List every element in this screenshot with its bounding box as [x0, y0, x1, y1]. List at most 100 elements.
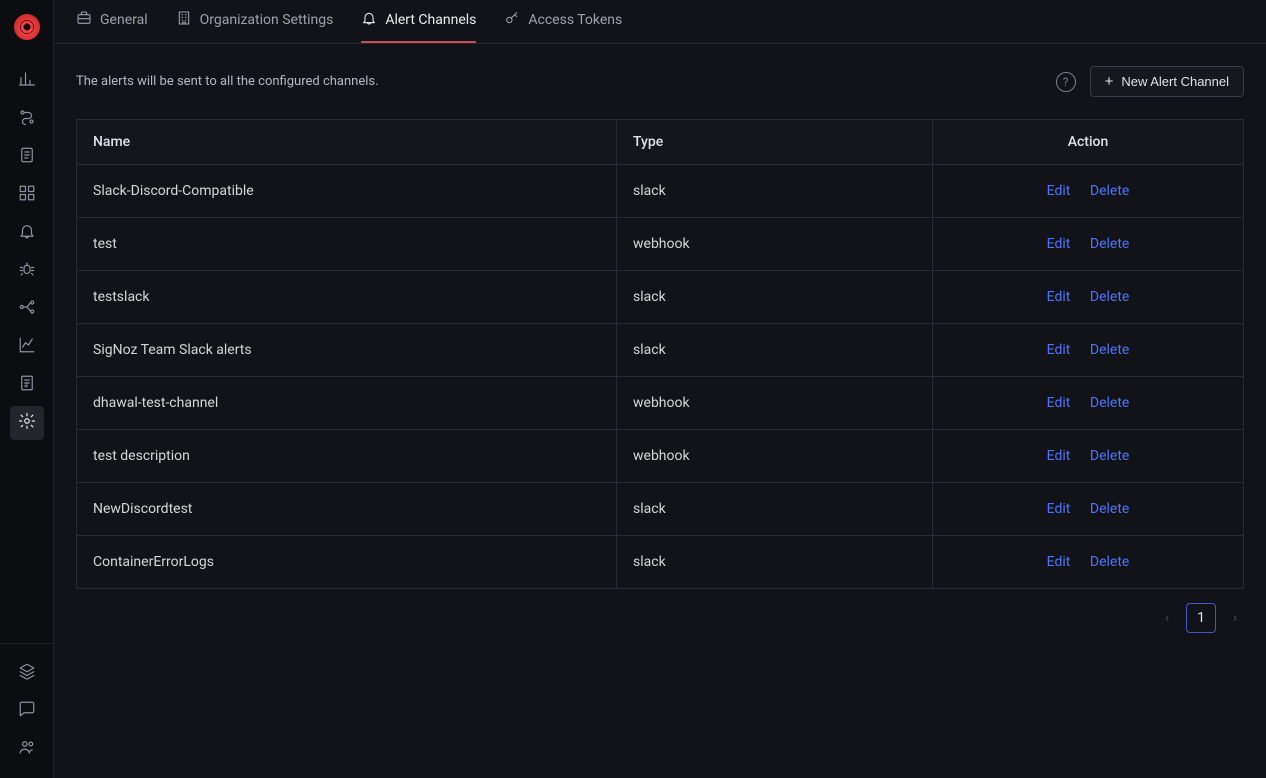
key-icon	[504, 10, 520, 30]
sidebar-item-layers[interactable]	[10, 656, 44, 690]
table-row: Slack-Discord-Compatible slack Edit Dele…	[77, 165, 1244, 218]
receipt-icon: $	[18, 374, 36, 396]
settings-tabs: General Organization Settings Alert Chan…	[54, 0, 1266, 44]
alert-channels-table: Name Type Action Slack-Discord-Compatibl…	[76, 119, 1244, 589]
scroll-icon	[18, 146, 36, 168]
delete-link[interactable]: Delete	[1090, 342, 1129, 358]
tab-organization-settings[interactable]: Organization Settings	[176, 0, 334, 43]
delete-link[interactable]: Delete	[1090, 289, 1129, 305]
pagination-next: ›	[1226, 610, 1244, 626]
edit-link[interactable]: Edit	[1047, 342, 1071, 358]
channel-type-cell: webhook	[617, 218, 933, 271]
sidebar-item-pipeline[interactable]	[10, 292, 44, 326]
channel-action-cell: Edit Delete	[933, 483, 1244, 536]
channel-action-cell: Edit Delete	[933, 324, 1244, 377]
channel-name-cell: SigNoz Team Slack alerts	[77, 324, 617, 377]
edit-link[interactable]: Edit	[1047, 289, 1071, 305]
delete-link[interactable]: Delete	[1090, 395, 1129, 411]
col-header-name: Name	[77, 120, 617, 165]
sidebar-item-area-chart[interactable]	[10, 330, 44, 364]
tab-label: Organization Settings	[200, 12, 334, 28]
channel-action-cell: Edit Delete	[933, 165, 1244, 218]
tab-general[interactable]: General	[76, 0, 148, 43]
building-icon	[176, 10, 192, 30]
bell-icon	[361, 10, 377, 30]
sidebar: $	[0, 0, 54, 778]
table-row: SigNoz Team Slack alerts slack Edit Dele…	[77, 324, 1244, 377]
edit-link[interactable]: Edit	[1047, 448, 1071, 464]
channel-action-cell: Edit Delete	[933, 377, 1244, 430]
pagination-page-1[interactable]: 1	[1186, 603, 1216, 633]
sidebar-item-gear[interactable]	[10, 406, 44, 440]
edit-link[interactable]: Edit	[1047, 501, 1071, 517]
edit-link[interactable]: Edit	[1047, 183, 1071, 199]
channel-type-cell: slack	[617, 271, 933, 324]
plus-icon: +	[1105, 74, 1114, 89]
bar-chart-icon	[18, 70, 36, 92]
channel-name-cell: NewDiscordtest	[77, 483, 617, 536]
help-button[interactable]: ?	[1056, 72, 1076, 92]
channel-name-cell: Slack-Discord-Compatible	[77, 165, 617, 218]
delete-link[interactable]: Delete	[1090, 554, 1129, 570]
sidebar-item-route[interactable]	[10, 102, 44, 136]
channel-type-cell: slack	[617, 165, 933, 218]
edit-link[interactable]: Edit	[1047, 236, 1071, 252]
table-row: dhawal-test-channel webhook Edit Delete	[77, 377, 1244, 430]
channel-name-cell: dhawal-test-channel	[77, 377, 617, 430]
tab-label: Alert Channels	[385, 12, 476, 28]
channel-name-cell: testslack	[77, 271, 617, 324]
delete-link[interactable]: Delete	[1090, 183, 1129, 199]
sidebar-item-bug[interactable]	[10, 254, 44, 288]
bell-icon	[18, 222, 36, 244]
sidebar-item-bar-chart[interactable]	[10, 64, 44, 98]
sidebar-item-bell[interactable]	[10, 216, 44, 250]
channel-type-cell: webhook	[617, 430, 933, 483]
channel-name-cell: test	[77, 218, 617, 271]
table-row: test description webhook Edit Delete	[77, 430, 1244, 483]
route-icon	[18, 108, 36, 130]
bug-icon	[18, 260, 36, 282]
tab-label: General	[100, 12, 148, 28]
table-row: testslack slack Edit Delete	[77, 271, 1244, 324]
channel-action-cell: Edit Delete	[933, 271, 1244, 324]
sidebar-item-users[interactable]	[10, 732, 44, 766]
tab-alert-channels[interactable]: Alert Channels	[361, 0, 476, 43]
sidebar-item-chat[interactable]	[10, 694, 44, 728]
channel-type-cell: slack	[617, 536, 933, 589]
app-logo[interactable]	[14, 14, 40, 40]
tab-label: Access Tokens	[528, 12, 622, 28]
delete-link[interactable]: Delete	[1090, 448, 1129, 464]
chat-icon	[18, 700, 36, 722]
edit-link[interactable]: Edit	[1047, 554, 1071, 570]
table-row: test webhook Edit Delete	[77, 218, 1244, 271]
channel-type-cell: webhook	[617, 377, 933, 430]
delete-link[interactable]: Delete	[1090, 501, 1129, 517]
page-description: The alerts will be sent to all the confi…	[76, 74, 379, 89]
channel-name-cell: test description	[77, 430, 617, 483]
new-alert-channel-button[interactable]: + New Alert Channel	[1090, 66, 1244, 97]
briefcase-icon	[76, 10, 92, 30]
pagination: ‹ 1 ›	[76, 603, 1244, 633]
channel-action-cell: Edit Delete	[933, 218, 1244, 271]
sidebar-item-scroll[interactable]	[10, 140, 44, 174]
table-row: ContainerErrorLogs slack Edit Delete	[77, 536, 1244, 589]
delete-link[interactable]: Delete	[1090, 236, 1129, 252]
channel-type-cell: slack	[617, 324, 933, 377]
main-content: General Organization Settings Alert Chan…	[54, 0, 1266, 778]
layers-icon	[18, 662, 36, 684]
sidebar-item-grid[interactable]	[10, 178, 44, 212]
pipeline-icon	[18, 298, 36, 320]
help-icon: ?	[1063, 75, 1069, 89]
channel-action-cell: Edit Delete	[933, 430, 1244, 483]
channel-name-cell: ContainerErrorLogs	[77, 536, 617, 589]
channel-type-cell: slack	[617, 483, 933, 536]
sidebar-item-receipt[interactable]: $	[10, 368, 44, 402]
col-header-type: Type	[617, 120, 933, 165]
gear-icon	[18, 412, 36, 434]
tab-access-tokens[interactable]: Access Tokens	[504, 0, 622, 43]
new-alert-channel-label: New Alert Channel	[1121, 74, 1229, 89]
area-chart-icon	[18, 336, 36, 358]
pagination-prev: ‹	[1158, 610, 1176, 626]
edit-link[interactable]: Edit	[1047, 395, 1071, 411]
channel-action-cell: Edit Delete	[933, 536, 1244, 589]
